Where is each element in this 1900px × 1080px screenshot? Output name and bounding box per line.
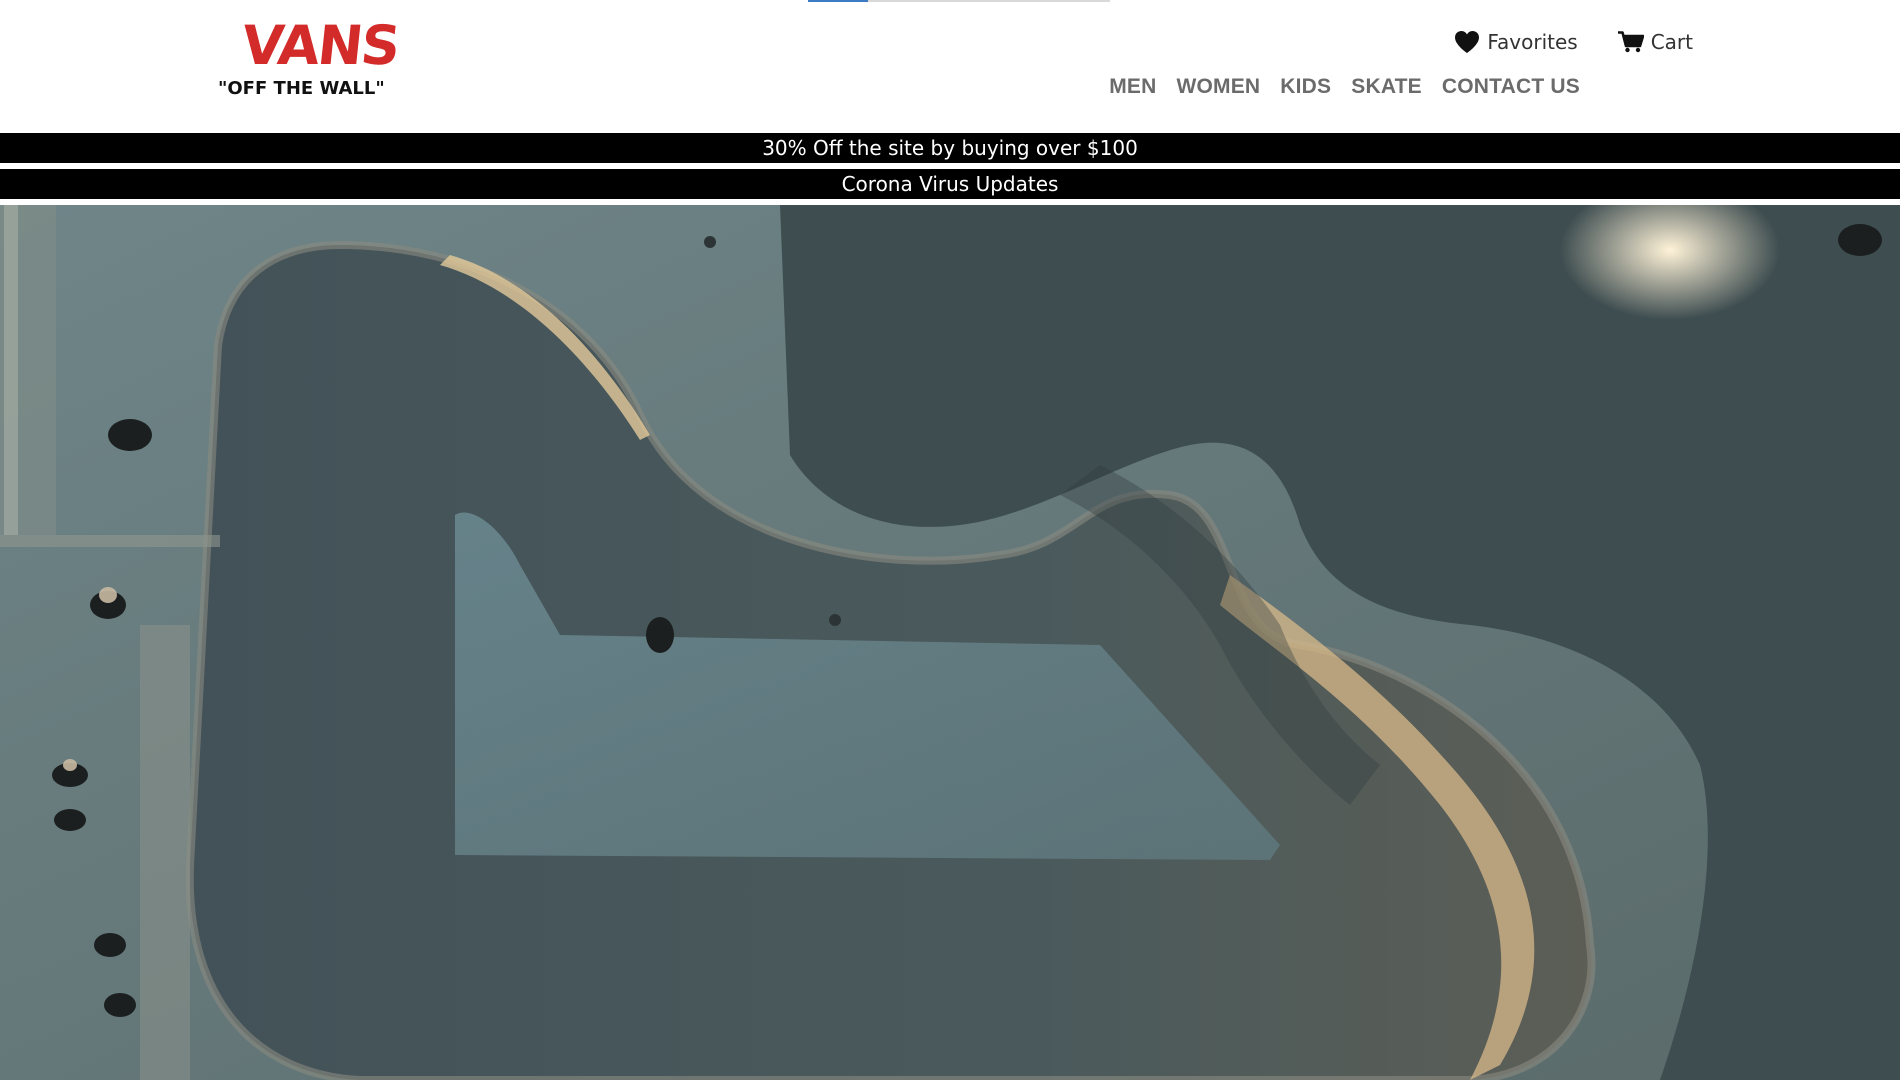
hero-skatepark-image [0, 205, 1900, 1080]
promo-banner[interactable]: 30% Off the site by buying over $100 [0, 133, 1900, 163]
skatepark-illustration [0, 205, 1900, 1080]
nav-item-men[interactable]: MEN [1109, 75, 1156, 99]
corona-updates-banner[interactable]: Corona Virus Updates [0, 169, 1900, 199]
nav-item-women[interactable]: WOMEN [1176, 75, 1260, 99]
cart-icon [1617, 31, 1644, 53]
top-tab-strip [808, 0, 1110, 2]
page: VANS "OFF THE WALL" Favorites Cart MEN W… [0, 0, 1900, 1080]
logo-tagline: "OFF THE WALL" [218, 78, 385, 99]
cart-label: Cart [1650, 30, 1693, 54]
nav-item-contact-us[interactable]: CONTACT US [1442, 75, 1580, 99]
site-header: VANS "OFF THE WALL" Favorites Cart MEN W… [0, 0, 1900, 132]
favorites-link[interactable]: Favorites [1454, 30, 1578, 54]
heart-icon [1455, 31, 1480, 53]
utility-links: Favorites Cart [1454, 24, 1693, 60]
favorites-label: Favorites [1487, 30, 1578, 54]
main-nav: MEN WOMEN KIDS SKATE CONTACT US [1109, 72, 1580, 102]
cart-link[interactable]: Cart [1617, 30, 1693, 54]
active-tab-indicator [808, 0, 868, 2]
vans-logo[interactable]: VANS "OFF THE WALL" [218, 14, 402, 102]
nav-item-skate[interactable]: SKATE [1351, 75, 1422, 99]
logo-wordmark: VANS [238, 14, 402, 77]
nav-item-kids[interactable]: KIDS [1280, 75, 1331, 99]
